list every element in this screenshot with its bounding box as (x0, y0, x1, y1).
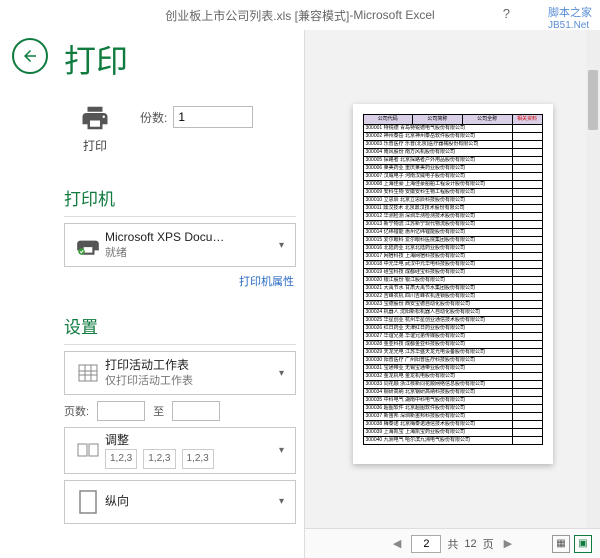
preview-page: 公司代码公司简称公司全称相关资料300001 特锐德 青岛特锐德电气股份有限公司… (353, 104, 553, 464)
preview-scrollbar[interactable] (586, 30, 600, 528)
copies-input[interactable] (173, 106, 253, 128)
settings-section: 设置 (64, 313, 296, 338)
portrait-icon (71, 485, 105, 519)
print-what-selector[interactable]: 打印活动工作表 仅打印活动工作表 ▾ (64, 351, 296, 395)
printer-name: Microsoft XPS Docu… (105, 229, 279, 246)
chevron-down-icon: ▾ (279, 445, 289, 456)
file-name: 创业板上市公司列表.xls (165, 7, 291, 24)
sheets-icon (71, 356, 105, 390)
printer-properties-link[interactable]: 打印机属性 (64, 273, 294, 289)
help-icon[interactable]: ? (503, 6, 510, 21)
printer-status: 就绪 (105, 246, 279, 261)
chevron-down-icon: ▾ (279, 368, 289, 379)
compat-mode: [兼容模式] (295, 7, 350, 24)
arrow-left-icon (21, 47, 39, 65)
collate-selector[interactable]: 调整 1,2,3 1,2,3 1,2,3 ▾ (64, 427, 296, 474)
orientation-selector[interactable]: 纵向 ▾ (64, 480, 296, 524)
page-range: 页数: 至 (64, 401, 296, 421)
chevron-down-icon: ▾ (279, 240, 289, 251)
chevron-down-icon: ▾ (279, 496, 289, 507)
site-brand: 脚本之家 JB51.Net (548, 4, 592, 31)
app-name: Microsoft Excel (353, 8, 434, 22)
next-page-button[interactable]: ▶ (500, 537, 516, 550)
printer-icon (78, 103, 112, 133)
total-pages: 12 (464, 538, 476, 550)
show-margins-button[interactable]: ▦ (552, 535, 570, 553)
copies-label: 份数: (140, 109, 167, 126)
printer-section: 打印机 (64, 185, 296, 210)
preview-pane: 公司代码公司简称公司全称相关资料300001 特锐德 青岛特锐德电气股份有限公司… (304, 30, 600, 558)
page-to-input[interactable] (172, 401, 220, 421)
printer-selector[interactable]: Microsoft XPS Docu… 就绪 ▾ (64, 223, 296, 267)
page-from-input[interactable] (97, 401, 145, 421)
page-title: 打印 (64, 36, 296, 82)
print-button[interactable]: 打印 (64, 96, 126, 161)
prev-page-button[interactable]: ◀ (389, 537, 405, 550)
back-button[interactable] (12, 38, 48, 74)
titlebar: 创业板上市公司列表.xls [兼容模式] - Microsoft Excel ?… (0, 0, 600, 30)
page-number-input[interactable] (411, 535, 441, 553)
printer-device-icon (71, 228, 105, 262)
collate-icon (71, 433, 105, 467)
zoom-to-page-button[interactable]: ▣ (574, 535, 592, 553)
